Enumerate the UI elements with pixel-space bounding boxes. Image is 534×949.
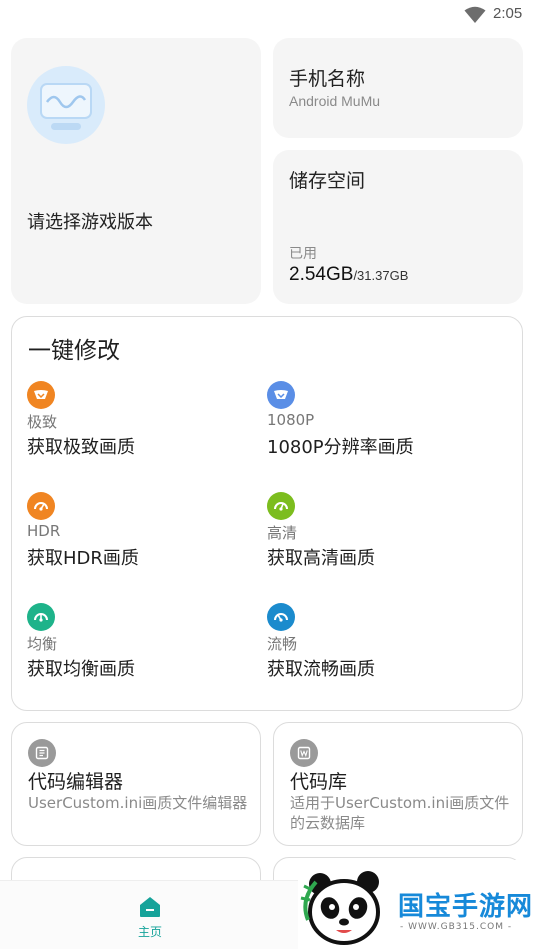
- smooth-quality-icon: [267, 603, 295, 631]
- code-library-icon: [290, 739, 318, 767]
- preset-extreme[interactable]: 极致 获取极致画质: [27, 381, 257, 481]
- preset-tag: 高清: [267, 524, 298, 542]
- watermark-url: - WWW.GB315.COM -: [400, 922, 513, 932]
- storage-total-value: /31.37GB: [353, 268, 409, 283]
- phone-name-title: 手机名称: [289, 68, 366, 90]
- preset-tag: 极致: [27, 413, 58, 431]
- storage-title: 储存空间: [289, 170, 366, 192]
- preset-balanced[interactable]: 均衡 获取均衡画质: [27, 603, 257, 703]
- balanced-quality-icon: [27, 603, 55, 631]
- code-editor-desc: UserCustom.ini画质文件编辑器: [28, 794, 248, 812]
- storage-card: 储存空间 已用 2.54GB/31.37GB: [273, 150, 523, 304]
- status-time: 2:05: [493, 5, 523, 22]
- watermark: 国宝手游网 - WWW.GB315.COM -: [298, 860, 534, 949]
- wifi-icon: [464, 6, 486, 23]
- one-key-title: 一键修改: [28, 338, 120, 364]
- code-library-title: 代码库: [290, 771, 348, 793]
- extreme-quality-icon: [27, 381, 55, 409]
- app-screen: { "status_bar": { "time": "2:05", "wifi_…: [0, 0, 534, 949]
- watermark-title: 国宝手游网: [398, 892, 534, 922]
- phone-name-value: Android MuMu: [289, 93, 381, 109]
- preset-1080p[interactable]: 1080P 1080P分辨率画质: [267, 381, 497, 481]
- status-bar: 2:05: [0, 0, 534, 30]
- preset-tag: HDR: [27, 522, 61, 540]
- storage-value: 2.54GB/31.37GB: [289, 264, 408, 286]
- resolution-1080p-icon: [267, 381, 295, 409]
- code-editor-title: 代码编辑器: [28, 771, 124, 793]
- storage-used-value: 2.54GB: [289, 264, 354, 285]
- hd-quality-icon: [267, 492, 295, 520]
- panda-logo-icon: [300, 871, 380, 945]
- nav-home-label: 主页: [137, 925, 162, 939]
- one-key-modify-card: 一键修改 极致 获取极致画质 1080P 1080P分辨率画质 HDR 获取HD…: [11, 316, 523, 711]
- code-editor-icon: [28, 739, 56, 767]
- preset-label: 获取流畅画质: [267, 659, 375, 680]
- home-icon: [140, 897, 160, 917]
- nav-home[interactable]: 主页: [120, 893, 180, 943]
- preset-label: 获取高清画质: [267, 548, 375, 569]
- game-version-label: 请选择游戏版本: [27, 212, 153, 233]
- preset-label: 获取均衡画质: [27, 659, 135, 680]
- game-version-card[interactable]: 请选择游戏版本: [11, 38, 261, 304]
- preset-hdr[interactable]: HDR 获取HDR画质: [27, 492, 257, 592]
- preset-tag: 1080P: [267, 411, 315, 429]
- game-version-avatar-icon: [27, 66, 105, 144]
- hdr-quality-icon: [27, 492, 55, 520]
- preset-tag: 流畅: [267, 635, 298, 653]
- phone-name-card: 手机名称 Android MuMu: [273, 38, 523, 138]
- preset-label: 1080P分辨率画质: [267, 437, 414, 458]
- preset-label: 获取极致画质: [27, 437, 135, 458]
- preset-smooth[interactable]: 流畅 获取流畅画质: [267, 603, 497, 703]
- code-library-desc: 适用于UserCustom.ini画质文件的云数据库: [290, 794, 510, 832]
- storage-used-label: 已用: [289, 245, 317, 261]
- preset-label: 获取HDR画质: [27, 548, 139, 569]
- preset-tag: 均衡: [27, 635, 58, 653]
- code-library-card[interactable]: 代码库 适用于UserCustom.ini画质文件的云数据库: [273, 722, 523, 846]
- preset-hd[interactable]: 高清 获取高清画质: [267, 492, 497, 592]
- code-editor-card[interactable]: 代码编辑器 UserCustom.ini画质文件编辑器: [11, 722, 261, 846]
